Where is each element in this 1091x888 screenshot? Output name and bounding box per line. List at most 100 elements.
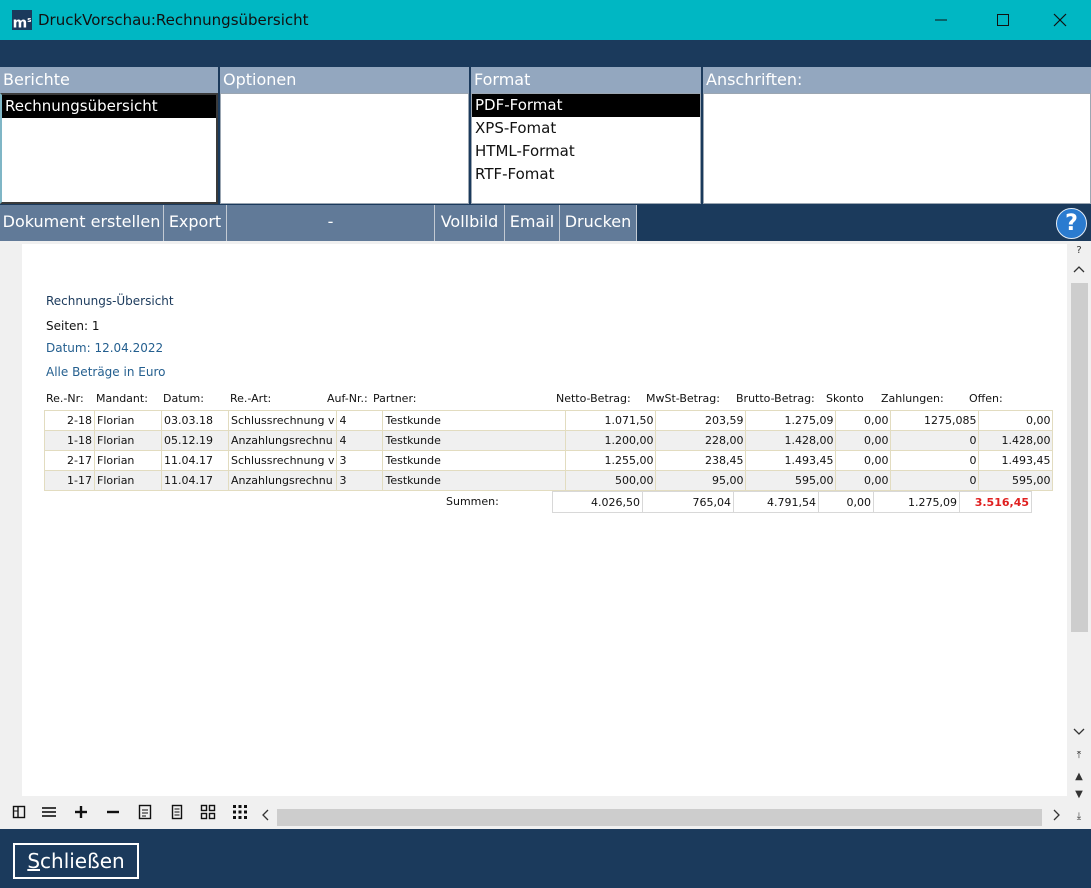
scroll-left-icon[interactable] [260,808,270,826]
scroll-right-icon[interactable] [1052,808,1062,826]
last-page-icon[interactable]: ⤓ [1071,810,1087,824]
cell-partner: Testkunde [382,430,567,451]
maximize-button[interactable] [974,0,1034,40]
window-title: DruckVorschau:Rechnungsübersicht [38,11,309,29]
format-list[interactable]: PDF-Format XPS-Fomat HTML-Format RTF-Fom… [471,93,701,204]
invoice-table: 2-18 Florian 03.03.18 Schlussrechnung v 4 Tes… [44,410,1054,491]
cell-brutto: 1.428,00 [745,430,837,451]
cell-offen: 1.428,00 [978,430,1054,451]
table-row: 2-18 Florian 03.03.18 Schlussrechnung v 4 Tes… [44,410,1054,431]
col-header-skonto: Skonto [826,392,864,405]
horizontal-scroll-thumb[interactable] [277,809,1042,826]
cell-brutto: 1.493,45 [745,450,837,471]
cell-re-art: Schlussrechnung v [227,410,338,431]
cell-re-nr: 2-18 [44,410,95,431]
lines-icon[interactable] [39,804,59,824]
cell-re-nr: 1-18 [44,430,95,451]
vollbild-button[interactable]: Vollbild [435,205,505,241]
cell-auf-nr: 3 [336,470,384,491]
cell-zahlungen: 0 [890,450,980,471]
dokument-erstellen-button[interactable]: Dokument erstellen [0,205,164,241]
col-header-brutto: Brutto-Betrag: [736,392,815,405]
dokumentmanagement-button[interactable]: ->Dokumentmanagement [227,205,435,265]
many-pages-icon[interactable] [230,804,250,824]
anschriften-list[interactable] [703,93,1091,204]
optionen-header: Optionen [220,67,469,93]
scroll-help-icon[interactable]: ? [1071,244,1087,258]
cell-mandant: Florian [94,430,162,451]
help-icon[interactable]: ? [1056,208,1087,239]
email-button[interactable]: Email [505,205,560,241]
sum-offen: 3.516,45 [959,491,1032,513]
cell-partner: Testkunde [382,470,567,491]
col-header-offen: Offen: [969,392,1003,405]
col-header-netto: Netto-Betrag: [556,392,631,405]
cell-re-nr: 2-17 [44,450,95,471]
zoom-out-icon[interactable] [103,804,123,824]
cell-brutto: 595,00 [745,470,837,491]
minimize-icon [935,19,947,21]
cell-zahlungen: 0 [890,430,980,451]
toolbar: Dokument erstellen Export ->Dokumentmana… [0,205,1091,265]
format-item-pdf[interactable]: PDF-Format [472,94,700,117]
cell-auf-nr: 4 [336,430,384,451]
berichte-header: Berichte [0,67,218,93]
cell-offen: 0,00 [978,410,1054,431]
cell-skonto: 0,00 [835,450,892,471]
table-row: 2-17 Florian 11.04.17 Schlussrechnung v 3 Tes… [44,450,1054,471]
format-item-rtf[interactable]: RTF-Fomat [472,163,700,186]
cell-datum: 11.04.17 [161,450,229,471]
berichte-list[interactable]: Rechnungsübersicht [0,93,218,204]
format-header: Format [471,67,701,93]
cell-mwst: 95,00 [655,470,747,491]
report-pages: Seiten: 1 [46,319,100,333]
scroll-up-icon[interactable] [1071,264,1087,278]
drucken-button[interactable]: Drucken [560,205,637,241]
cell-netto: 1.200,00 [565,430,657,451]
close-window-button[interactable] [1031,0,1091,40]
sums-table: 4.026,50 765,04 4.791,54 0,00 1.275,09 3… [552,491,1032,513]
cell-skonto: 0,00 [835,470,892,491]
scroll-down-icon[interactable] [1071,727,1087,741]
table-row: 1-17 Florian 11.04.17 Anzahlungsrechnu 3 Test… [44,470,1054,491]
anschriften-header: Anschriften: [703,67,1091,93]
report-currency-note: Alle Beträge in Euro [46,365,166,379]
optionen-list[interactable] [220,93,469,204]
previous-page-icon[interactable]: ▲ [1071,770,1087,784]
sum-brutto: 4.791,54 [733,491,819,513]
cell-skonto: 0,00 [835,410,892,431]
cell-auf-nr: 4 [336,410,384,431]
berichte-item[interactable]: Rechnungsübersicht [2,95,216,118]
sum-skonto: 0,00 [818,491,874,513]
footer [0,829,1091,888]
next-page-icon[interactable]: ▼ [1071,788,1087,802]
vertical-scroll-thumb[interactable] [1071,283,1088,632]
zoom-in-icon[interactable] [71,804,91,824]
cell-datum: 11.04.17 [161,470,229,491]
header-band [0,40,1091,67]
page-view-icon[interactable] [9,804,29,824]
col-header-datum: Datum: [163,392,204,405]
cell-mwst: 203,59 [655,410,747,431]
cell-re-art: Anzahlungsrechnu [227,470,338,491]
title-bar: ms DruckVorschau:Rechnungsübersicht [0,0,1091,40]
sum-zahlungen: 1.275,09 [873,491,960,513]
format-item-xps[interactable]: XPS-Fomat [472,117,700,140]
close-icon [1053,13,1067,27]
single-page-icon[interactable] [135,804,155,824]
cell-mwst: 238,45 [655,450,747,471]
minimize-button[interactable] [912,0,972,40]
export-button[interactable]: Export [164,205,227,241]
page-icon[interactable] [167,804,187,824]
cell-auf-nr: 3 [336,450,384,471]
first-page-icon[interactable]: ⤒ [1071,749,1087,763]
cell-skonto: 0,00 [835,430,892,451]
close-button[interactable]: Schließen [13,843,139,879]
cell-netto: 1.255,00 [565,450,657,471]
four-pages-icon[interactable] [198,804,218,824]
report-page [22,244,1067,796]
sum-label: Summen: [446,495,499,508]
report-date: Datum: 12.04.2022 [46,341,164,355]
format-item-html[interactable]: HTML-Format [472,140,700,163]
report-title: Rechnungs-Übersicht [46,294,174,308]
